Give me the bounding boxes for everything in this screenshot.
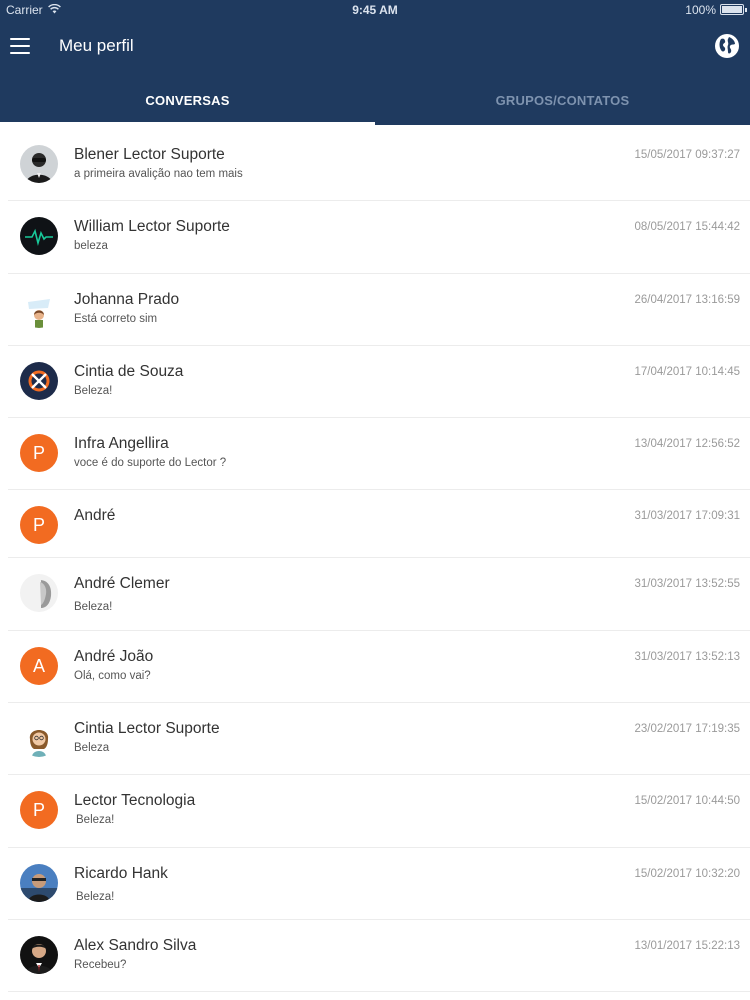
last-message: beleza	[74, 240, 108, 253]
message-date: 17/04/2017 10:14:45	[634, 365, 740, 378]
message-date: 13/04/2017 12:56:52	[634, 438, 740, 451]
status-bar: Carrier 9:45 AM 100%	[0, 0, 750, 20]
avatar	[20, 935, 58, 974]
contact-name: Cintia de Souza	[74, 362, 184, 380]
conversation-item[interactable]: P Lector Tecnologia Beleza! 15/02/2017 1…	[8, 775, 750, 848]
battery-percent: 100%	[685, 3, 716, 17]
tab-bar: CONVERSAS GRUPOS/CONTATOS	[0, 82, 750, 125]
conversation-item[interactable]: Alex Sandro Silva Recebeu? 13/01/2017 15…	[8, 920, 750, 993]
message-date: 15/02/2017 10:44:50	[634, 795, 740, 808]
tab-conversas[interactable]: CONVERSAS	[0, 82, 375, 125]
avatar	[20, 719, 58, 758]
contact-name: Cintia Lector Suporte	[74, 720, 220, 738]
avatar	[20, 145, 58, 183]
avatar: P	[20, 506, 58, 545]
contact-name: Lector Tecnologia	[74, 792, 196, 810]
message-date: 26/04/2017 13:16:59	[634, 293, 740, 306]
last-message: a primeira avalição nao tem mais	[74, 168, 243, 180]
conversation-item[interactable]: Blener Lector Suporte a primeira avaliçã…	[8, 129, 750, 202]
message-date: 15/02/2017 10:32:20	[634, 867, 740, 880]
hamburger-menu-icon[interactable]	[10, 38, 30, 54]
conversation-item[interactable]: Ricardo Hank Beleza! 15/02/2017 10:32:20	[8, 848, 750, 920]
contact-name: Infra Angellira	[74, 435, 169, 453]
conversation-item[interactable]: André Clemer Beleza! 31/03/2017 13:52:55	[8, 558, 750, 631]
page-title: Meu perfil	[59, 36, 134, 55]
tab-grupos-contatos[interactable]: GRUPOS/CONTATOS	[375, 82, 750, 125]
status-time: 9:45 AM	[352, 3, 398, 17]
contact-name: Alex Sandro Silva	[74, 936, 197, 954]
avatar: P	[20, 791, 58, 830]
avatar: P	[20, 434, 58, 473]
conversation-item[interactable]: A André João Olá, como vai? 31/03/2017 1…	[8, 631, 750, 704]
avatar	[20, 217, 58, 256]
message-date: 31/03/2017 13:52:13	[634, 650, 740, 663]
contact-name: William Lector Suporte	[74, 218, 230, 236]
app-header: Carrier 9:45 AM 100% Meu perfil CONVERSA…	[0, 0, 750, 125]
last-message: voce é do suporte do Lector ?	[74, 457, 227, 470]
last-message: Beleza	[74, 742, 110, 755]
globe-icon[interactable]	[714, 33, 740, 59]
contact-name: André João	[74, 647, 154, 665]
conversation-item[interactable]: Cintia de Souza Beleza! 17/04/2017 10:14…	[8, 346, 750, 419]
message-date: 08/05/2017 15:44:42	[634, 221, 740, 234]
message-date: 31/03/2017 13:52:55	[634, 578, 740, 591]
conversation-item[interactable]: Johanna Prado Está correto sim 26/04/201…	[8, 274, 750, 346]
last-message: Beleza!	[74, 384, 113, 397]
message-date: 15/05/2017 09:37:27	[634, 149, 740, 161]
conversation-item[interactable]: William Lector Suporte beleza 08/05/2017…	[8, 201, 750, 274]
message-date: 13/01/2017 15:22:13	[634, 939, 740, 952]
contact-name: André Clemer	[74, 575, 170, 593]
last-message: Olá, como vai?	[74, 669, 151, 682]
avatar	[20, 863, 58, 902]
last-message: Beleza!	[76, 814, 115, 827]
avatar	[20, 574, 58, 613]
last-message: Beleza!	[74, 601, 113, 614]
message-date: 23/02/2017 17:19:35	[634, 723, 740, 736]
last-message: Recebeu?	[74, 958, 127, 971]
contact-name: Blener Lector Suporte	[74, 146, 225, 163]
avatar: A	[20, 646, 58, 685]
battery-icon	[720, 4, 747, 15]
avatar	[20, 289, 58, 328]
message-date: 31/03/2017 17:09:31	[634, 510, 740, 523]
conversation-item[interactable]: P André 31/03/2017 17:09:31	[8, 490, 750, 559]
contact-name: Johanna Prado	[74, 290, 180, 308]
active-tab-indicator	[0, 122, 375, 125]
contact-name: Ricardo Hank	[74, 864, 168, 882]
last-message: Está correto sim	[74, 312, 158, 325]
conversation-item[interactable]: P Infra Angellira voce é do suporte do L…	[8, 418, 750, 491]
avatar	[20, 361, 58, 400]
last-message: Beleza!	[76, 890, 115, 903]
contact-name: André	[74, 507, 116, 525]
conversation-item[interactable]: Cintia Lector Suporte Beleza 23/02/2017 …	[8, 703, 750, 776]
conversation-list: Blener Lector Suporte a primeira avaliçã…	[0, 129, 750, 993]
